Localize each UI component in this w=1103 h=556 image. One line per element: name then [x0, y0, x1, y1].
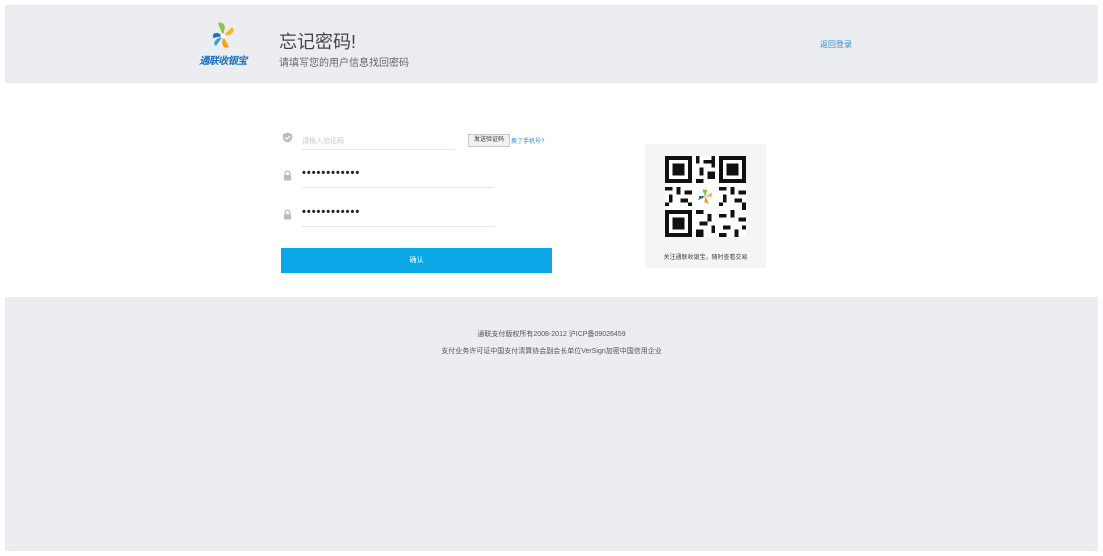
code-field-wrap [302, 129, 454, 150]
page-title: 忘记密码! [279, 32, 357, 52]
code-row [282, 129, 457, 150]
footer-certs: 支付业务许可证中国支付清算协会副会长单位VerSign加密中国信用企业 [441, 348, 662, 355]
qr-code-image [665, 156, 746, 237]
page-frame: 通联收银宝 忘记密码! 请填写您的用户信息找回密码 返回登录 发送验证码 换了手… [5, 5, 1098, 551]
confirm-password-field-wrap: •••••••••••• [302, 206, 494, 227]
confirm-password-input[interactable]: •••••••••••• [302, 206, 494, 218]
form-area: 发送验证码 换了手机号? •••••••••••• •••••••••••• 确… [5, 83, 1098, 297]
footer-copyright: 通联支付版权所有2008-2012 沪ICP备09026459 [477, 331, 626, 338]
password-field-wrap: •••••••••••• [302, 167, 494, 188]
tonglian-logo: 通联收银宝 [192, 19, 254, 69]
logo-pinwheel-icon [212, 22, 234, 48]
page-subtitle: 请填写您的用户信息找回密码 [279, 58, 409, 69]
lock-icon [283, 209, 292, 220]
send-code-button[interactable]: 发送验证码 [468, 134, 510, 147]
header: 通联收银宝 忘记密码! 请填写您的用户信息找回密码 返回登录 [5, 5, 1098, 83]
logo-text: 通联收银宝 [199, 56, 247, 67]
qr-caption: 关注通联收银宝，随时查看交易 [663, 255, 748, 261]
password-row: •••••••••••• [282, 167, 497, 188]
changed-phone-link[interactable]: 换了手机号? [511, 136, 544, 145]
qr-code [665, 156, 746, 237]
qr-card: 关注通联收银宝，随时查看交易 [645, 144, 766, 268]
shield-icon [282, 132, 293, 143]
lock-icon [283, 170, 292, 181]
back-to-login-link[interactable]: 返回登录 [820, 39, 852, 50]
confirm-button[interactable]: 确认 [281, 248, 552, 273]
password-input[interactable]: •••••••••••• [302, 167, 494, 179]
verification-code-input[interactable] [302, 129, 454, 147]
confirm-password-row: •••••••••••• [282, 206, 497, 227]
